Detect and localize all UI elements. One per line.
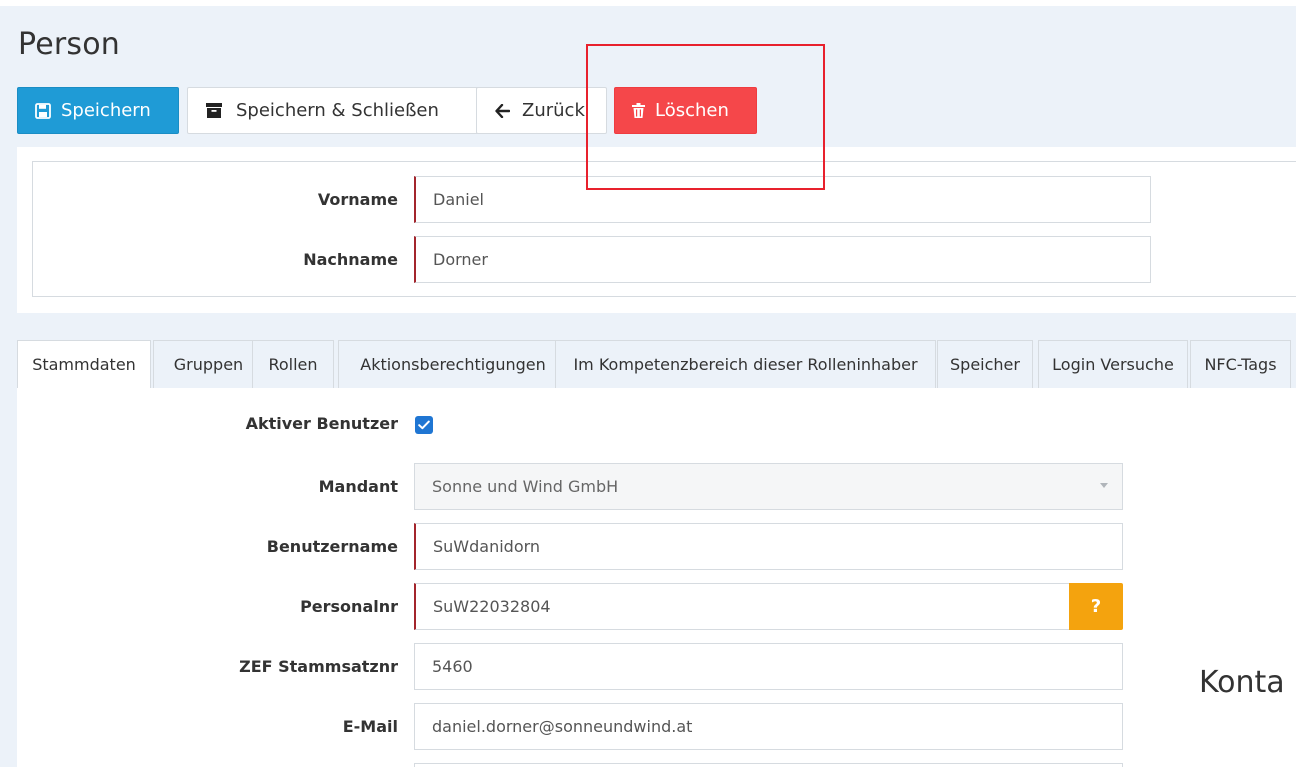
username-label: Benutzername — [266, 537, 398, 556]
name-panel — [17, 147, 1296, 313]
tab-nfc-tags[interactable]: NFC-Tags — [1190, 340, 1291, 388]
save-button-label: Speichern — [61, 100, 151, 121]
tab-rollen[interactable]: Rollen — [252, 340, 334, 388]
save-and-close-label: Speichern & Schließen — [236, 100, 439, 121]
save-and-close-button[interactable]: Speichern & Schließen — [187, 87, 484, 134]
personnel-number-help-button[interactable]: ? — [1069, 583, 1123, 630]
checkmark-icon — [418, 420, 430, 430]
save-button[interactable]: Speichern — [17, 87, 179, 134]
personnel-number-label: Personalnr — [300, 597, 398, 616]
personnel-number-input[interactable]: SuW22032804 — [414, 583, 1070, 630]
last-name-input[interactable]: Dorner — [414, 236, 1151, 283]
last-name-label: Nachname — [303, 250, 398, 269]
tab-speicher[interactable]: Speicher — [937, 340, 1033, 388]
email-input[interactable]: daniel.dorner@sonneundwind.at — [414, 703, 1123, 750]
first-name-input[interactable]: Daniel — [414, 176, 1151, 223]
zef-number-label: ZEF Stammsatznr — [239, 657, 398, 676]
username-input[interactable]: SuWdanidorn — [414, 523, 1123, 570]
delete-button-label: Löschen — [655, 100, 729, 121]
tab-strip: Stammdaten Gruppen Rollen Aktionsberecht… — [17, 336, 1296, 388]
page-title: Person — [18, 27, 121, 62]
floppy-disk-icon — [35, 102, 51, 119]
delete-button[interactable]: Löschen — [614, 87, 757, 134]
tab-stammdaten[interactable]: Stammdaten — [17, 340, 151, 388]
back-button-label: Zurück — [522, 100, 585, 121]
back-button[interactable]: Zurück — [476, 87, 607, 134]
tab-aktionsberechtigungen[interactable]: Aktionsberechtigungen — [338, 340, 568, 388]
first-name-label: Vorname — [317, 190, 398, 209]
contact-section-heading: Konta — [1199, 665, 1285, 700]
tab-login-versuche[interactable]: Login Versuche — [1038, 340, 1188, 388]
zef-number-input[interactable]: 5460 — [414, 643, 1123, 690]
tab-gruppen[interactable]: Gruppen — [153, 340, 264, 388]
archive-box-icon — [206, 103, 222, 118]
tab-kompetenzbereich[interactable]: Im Kompetenzbereich dieser Rolleninhaber — [555, 340, 936, 388]
email-label: E-Mail — [342, 717, 398, 736]
arrow-left-icon — [495, 103, 510, 118]
active-user-checkbox[interactable] — [415, 416, 433, 434]
trash-icon — [632, 103, 645, 118]
tenant-select[interactable]: Sonne und Wind GmbH — [414, 463, 1123, 510]
next-input-partial[interactable] — [414, 763, 1123, 767]
active-user-label: Aktiver Benutzer — [245, 414, 398, 433]
tenant-select-value: Sonne und Wind GmbH — [432, 477, 619, 496]
tenant-label: Mandant — [318, 477, 398, 496]
caret-down-icon — [1100, 483, 1108, 488]
